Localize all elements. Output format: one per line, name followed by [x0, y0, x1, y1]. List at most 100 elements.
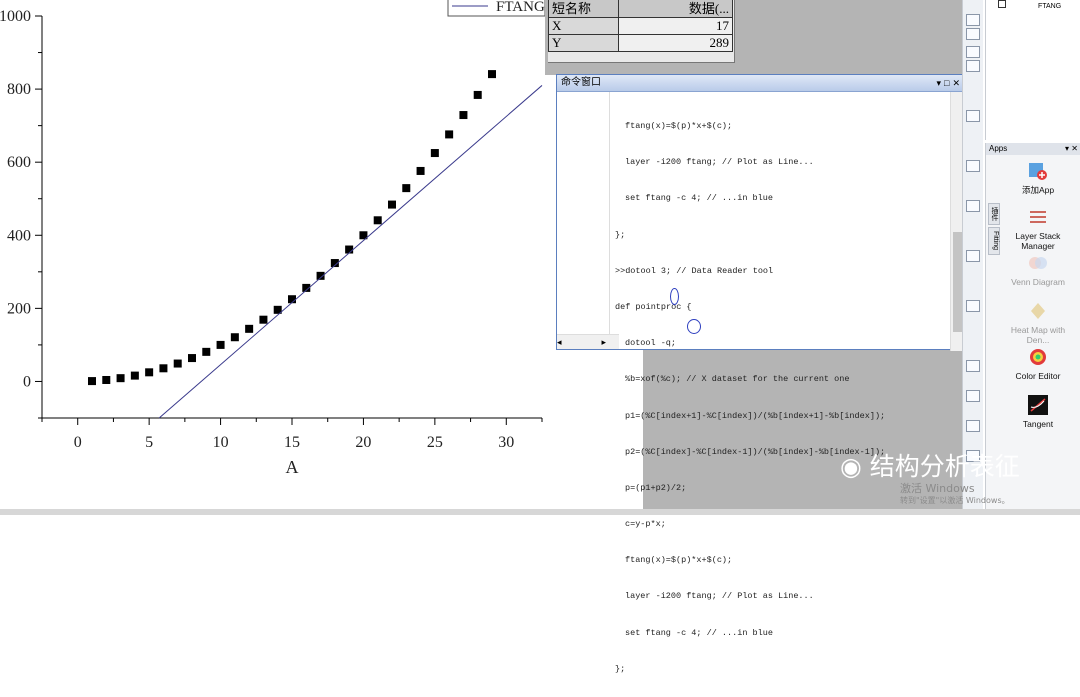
app-label: Venn Diagram — [1011, 277, 1065, 287]
x-tick-label: 10 — [213, 434, 229, 451]
toolbar-button[interactable] — [966, 60, 980, 72]
code-line: def pointproc { — [615, 301, 692, 312]
tab-fitting[interactable]: Fitting — [988, 227, 1000, 255]
watermark-text: 结构分析表征 — [869, 452, 1020, 481]
toolbar-button[interactable] — [966, 28, 980, 40]
y-tick-label: 800 — [7, 81, 31, 98]
code-line: p1=(%C[index+1]-%C[index])/(%b[index+1]-… — [625, 410, 886, 421]
horizontal-scrollbar[interactable]: ◂ ▸ — [557, 334, 619, 349]
data-point — [145, 368, 154, 377]
data-point — [488, 70, 496, 79]
command-window-body[interactable]: ftang(x)=$(p)*x+$(c); layer -i200 ftang;… — [557, 92, 965, 674]
data-point — [245, 324, 254, 333]
data-point — [173, 359, 182, 368]
x-tick-label: 20 — [355, 434, 371, 451]
toolbar-button[interactable] — [966, 420, 980, 432]
y-tick-label: 0 — [23, 373, 31, 390]
app-label: Heat Map with Den... — [1010, 325, 1066, 345]
data-point — [188, 354, 196, 363]
toolbar-button[interactable] — [966, 110, 980, 122]
x-tick-label: 0 — [74, 434, 82, 451]
scatter-chart: 0 5 10 15 20 25 30 0 200 400 600 800 1000 A FTANG — [0, 0, 545, 477]
data-point — [402, 184, 411, 193]
code-line: >>dotool 3; // Data Reader tool — [615, 265, 774, 276]
x-tick-label: 15 — [284, 434, 300, 451]
data-point — [445, 130, 454, 139]
tree-item[interactable]: FTANG — [998, 0, 1061, 10]
annotation-circle — [687, 319, 701, 334]
plot-area: 0 5 10 15 20 25 30 0 200 400 600 800 1000 A FTANG — [0, 0, 545, 515]
history-pane[interactable] — [557, 92, 610, 337]
activate-windows-notice: 激活 Windows 转到"设置"以激活 Windows。 — [900, 483, 1010, 507]
close-icon[interactable]: ▾ ✕ — [1065, 143, 1078, 155]
y-tick-label: 400 — [7, 227, 31, 244]
command-window-titlebar[interactable]: 命令窗口 ▾□✕ — [557, 75, 965, 92]
tree-item-label: FTANG — [1037, 3, 1062, 10]
data-point — [416, 166, 425, 175]
data-point — [473, 90, 482, 99]
command-window[interactable]: 命令窗口 ▾□✕ ftang(x)=$(p)*x+$(c); layer -i2… — [556, 74, 966, 674]
table-header-data: 数据(... — [618, 0, 733, 18]
toolbar-button[interactable] — [966, 46, 980, 58]
toolbar-button[interactable] — [966, 250, 980, 262]
activate-line2: 转到"设置"以激活 Windows。 — [900, 496, 1010, 505]
data-point — [102, 375, 111, 384]
table-cell: 17 — [618, 17, 733, 35]
data-point — [430, 149, 439, 158]
layer-tree-panel: FTANG — [985, 0, 1080, 140]
app-tangent[interactable]: Tangent — [1000, 395, 1076, 429]
code-line: set ftang -c 4; // ...in blue — [625, 193, 773, 204]
app-venn-diagram[interactable]: Venn Diagram — [1000, 253, 1076, 287]
vertical-toolbar — [962, 0, 983, 515]
dropdown-icon[interactable]: ▾ — [936, 78, 944, 88]
apps-header: Apps ▾ ✕ — [986, 143, 1080, 155]
toolbar-button[interactable] — [966, 390, 980, 402]
tangent-line — [158, 85, 543, 419]
toolbar-button[interactable] — [966, 360, 980, 372]
app-add[interactable]: 添加App — [1000, 161, 1076, 195]
y-tick-label: 1000 — [0, 8, 31, 25]
add-app-icon — [1029, 163, 1047, 180]
data-point — [230, 333, 239, 342]
app-heat-map[interactable]: Heat Map with Den... — [1000, 301, 1076, 345]
activate-line1: 激活 Windows — [900, 482, 975, 495]
scroll-right-icon[interactable]: ▸ — [602, 337, 607, 347]
data-point — [373, 216, 382, 225]
data-reader-table: 短名称 数据(... X 17 Y 289 — [548, 0, 735, 63]
wechat-icon: ◉ — [840, 452, 862, 481]
app-color-editor[interactable]: Color Editor — [1000, 347, 1076, 381]
tab-plugins[interactable]: 插件 — [988, 203, 1000, 225]
code-line: layer -i200 ftang; // Plot as Line... — [625, 157, 814, 168]
toolbar-button[interactable] — [966, 160, 980, 172]
app-label: 添加App — [1021, 185, 1055, 195]
data-point — [159, 364, 168, 373]
color-editor-icon — [1030, 349, 1046, 365]
code-line: %b=xof(%c); // X dataset for the current… — [625, 374, 850, 385]
app-layer-stack-manager[interactable]: Layer Stack Manager — [1000, 207, 1076, 251]
venn-diagram-icon — [1029, 257, 1047, 269]
data-point — [259, 315, 268, 324]
x-axis-title: A — [286, 457, 299, 477]
toolbar-button[interactable] — [966, 200, 980, 212]
data-point — [216, 340, 225, 349]
scroll-left-icon[interactable]: ◂ — [557, 337, 562, 347]
toolbar-button[interactable] — [966, 14, 980, 26]
y-tick-label: 600 — [7, 154, 31, 171]
apps-title: Apps — [989, 144, 1008, 153]
table-cell: X — [548, 17, 619, 35]
legend-label: FTANG — [496, 0, 545, 15]
code-line: set ftang -c 4; // ...in blue — [625, 627, 773, 638]
checkbox-icon[interactable] — [998, 0, 1006, 8]
table-cell: Y — [548, 34, 619, 52]
code-line: layer -i200 ftang; // Plot as Line... — [625, 591, 814, 602]
toolbar-button[interactable] — [966, 300, 980, 312]
app-label: Color Editor — [1015, 371, 1061, 381]
table-cell: 289 — [618, 34, 733, 52]
wechat-watermark: ◉ 结构分析表征 — [840, 447, 1020, 483]
x-tick-label: 25 — [427, 434, 443, 451]
x-tick-label: 5 — [145, 434, 153, 451]
script-text[interactable]: ftang(x)=$(p)*x+$(c); layer -i200 ftang;… — [615, 98, 886, 697]
heat-map-icon — [1031, 303, 1045, 319]
scrollbar-thumb[interactable] — [953, 232, 962, 332]
y-tick-label: 200 — [7, 300, 31, 317]
